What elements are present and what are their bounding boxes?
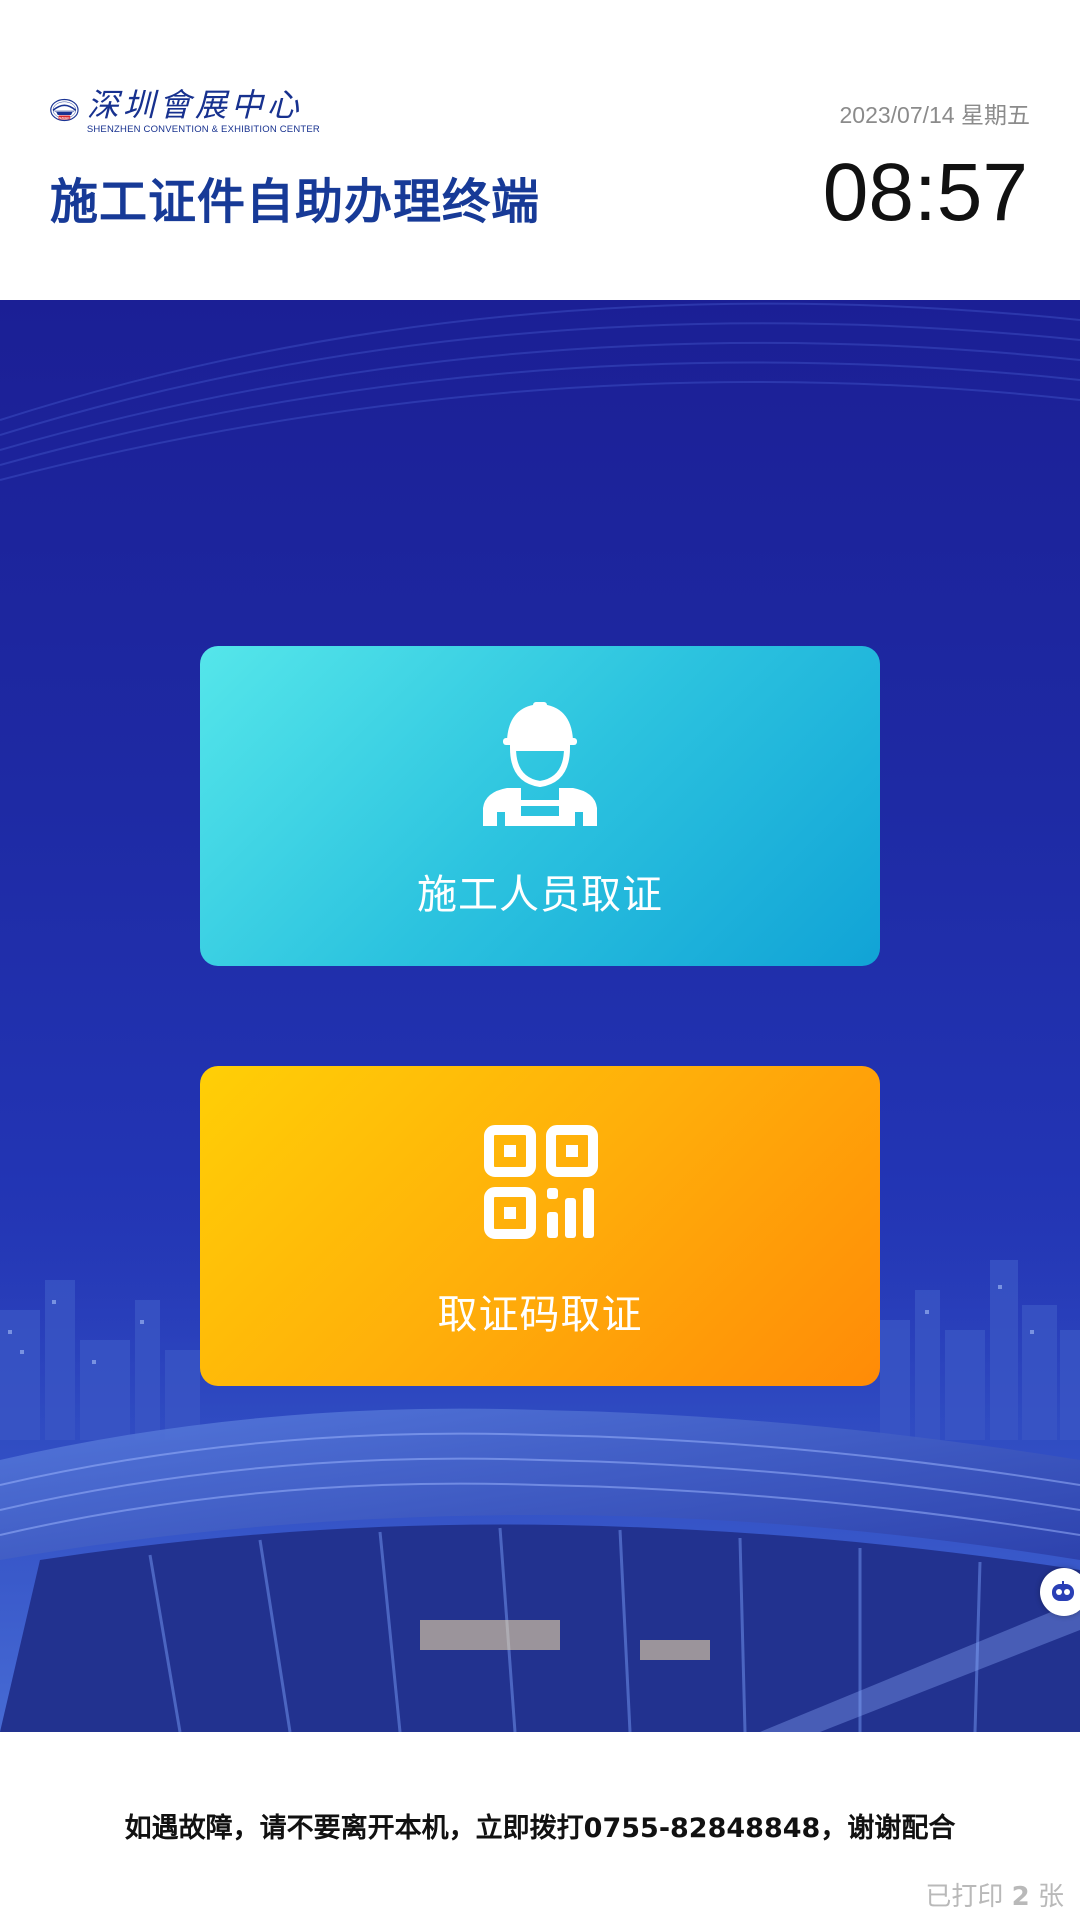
main-panel: 施工人员取证 取证码取证 bbox=[0, 300, 1080, 1732]
org-name-cn: 深圳會展中心 bbox=[86, 85, 303, 124]
qr-code-pickup-button[interactable]: 取证码取证 bbox=[200, 1066, 880, 1386]
printed-prefix: 已打印 bbox=[925, 1882, 1012, 1912]
svg-text:SZCEC: SZCEC bbox=[59, 116, 70, 120]
szcec-logo: SZCEC 深圳會展中心 SHENZHEN CONVENTION & EXHIB… bbox=[50, 80, 320, 140]
printed-count: 已打印 2 张 bbox=[925, 1876, 1064, 1913]
printed-suffix: 张 bbox=[1029, 1882, 1064, 1912]
org-name-en: SHENZHEN CONVENTION & EXHIBITION CENTER bbox=[86, 123, 320, 135]
logo-text: 深圳會展中心 SHENZHEN CONVENTION & EXHIBITION … bbox=[87, 86, 320, 135]
qr-code-icon bbox=[484, 1125, 598, 1239]
page-title: 施工证件自助办理终端 bbox=[50, 174, 541, 230]
construction-worker-icon bbox=[483, 702, 597, 826]
assistant-bubble[interactable] bbox=[1040, 1568, 1080, 1616]
qr-code-pickup-label: 取证码取证 bbox=[437, 1292, 643, 1338]
app-header: SZCEC 深圳會展中心 SHENZHEN CONVENTION & EXHIB… bbox=[0, 0, 1080, 300]
printed-count-value: 2 bbox=[1011, 1882, 1030, 1912]
robot-assistant-icon bbox=[1052, 1581, 1074, 1601]
background-illustration bbox=[0, 302, 1080, 1732]
worker-pickup-button[interactable]: 施工人员取证 bbox=[200, 646, 880, 966]
date-display: 2023/07/14 星期五 bbox=[839, 102, 1030, 128]
support-notice: 如遇故障，请不要离开本机，立即拨打0755-82848848，谢谢配合 bbox=[124, 1813, 956, 1844]
clock-display: 08:57 bbox=[822, 147, 1028, 238]
worker-pickup-label: 施工人员取证 bbox=[417, 872, 663, 918]
szcec-emblem-icon: SZCEC bbox=[50, 98, 79, 122]
